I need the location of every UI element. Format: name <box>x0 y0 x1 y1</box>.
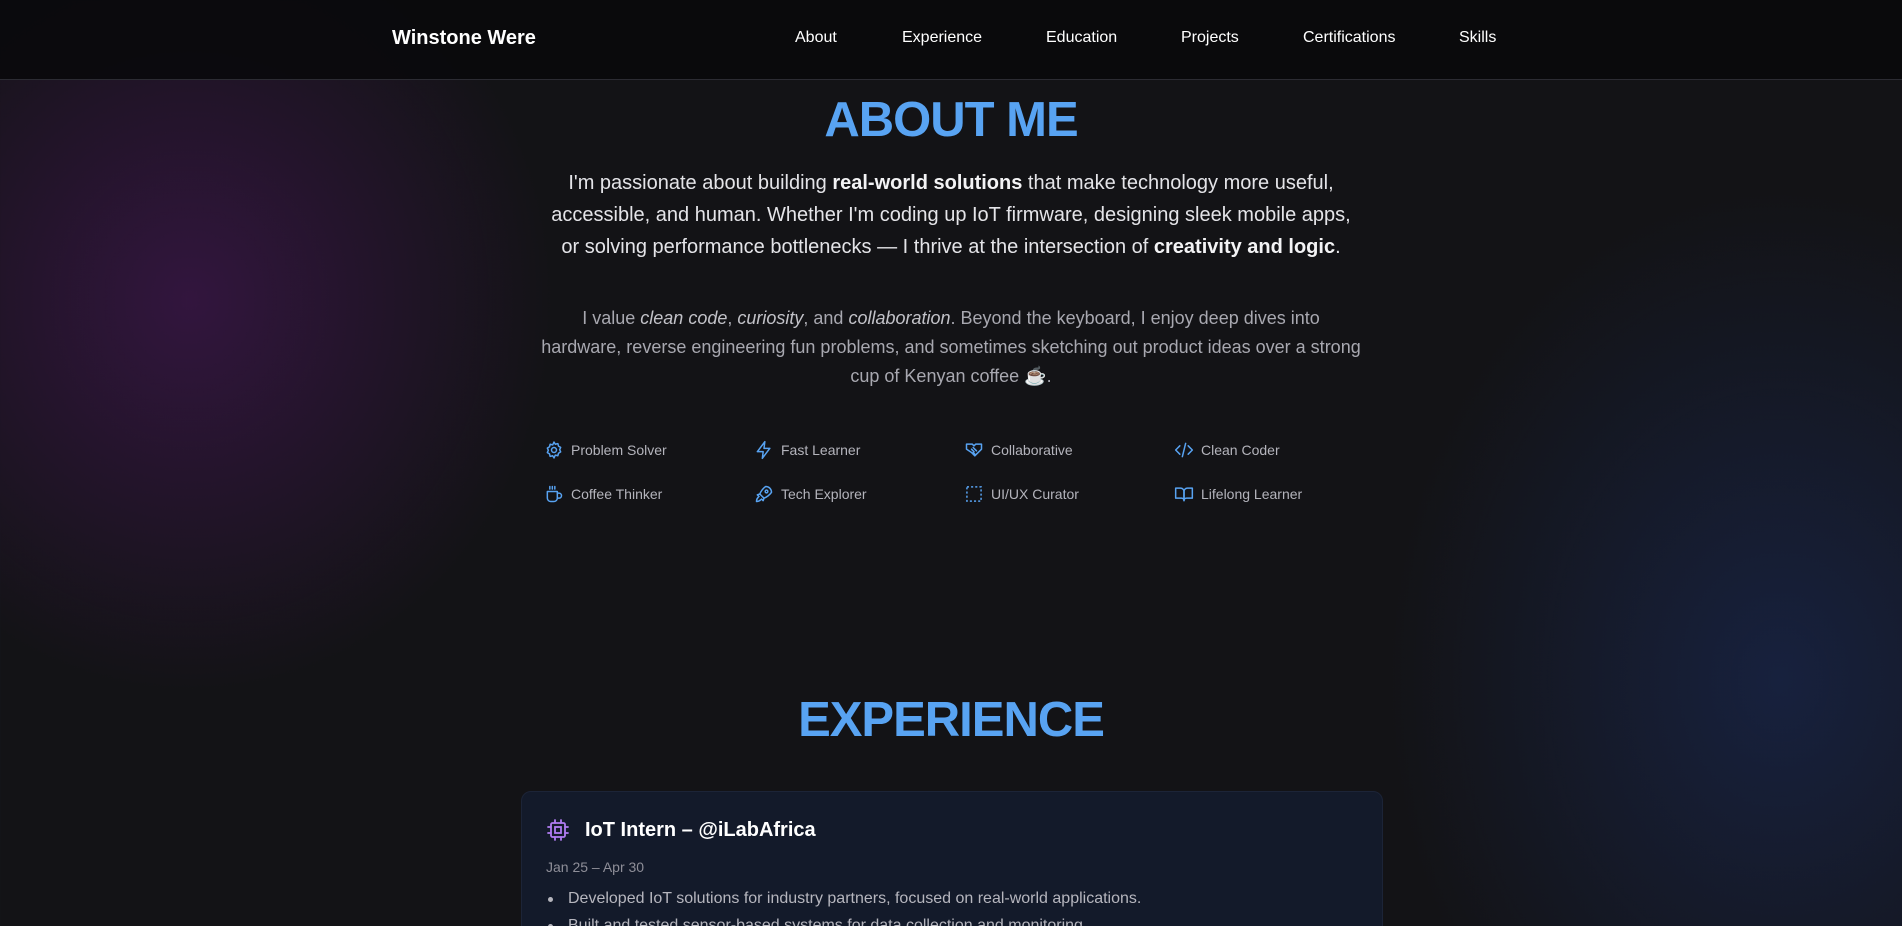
trait-label: Collaborative <box>991 442 1073 458</box>
nav-link-certifications[interactable]: Certifications <box>1303 29 1395 47</box>
sub-italic-2: curiosity <box>737 308 804 328</box>
trait-tech-explorer: Tech Explorer <box>754 482 867 506</box>
sub-text-2: , <box>727 308 738 328</box>
nav-link-education[interactable]: Education <box>1046 29 1117 47</box>
sub-text-1: I value <box>582 308 641 328</box>
lead-text-1: I'm passionate about building <box>568 172 833 194</box>
handshake-icon <box>964 440 984 460</box>
brand-name[interactable]: Winstone Were <box>392 27 536 50</box>
lead-text-3: . <box>1335 236 1341 258</box>
experience-bullet-list: Developed IoT solutions for industry par… <box>546 885 1141 926</box>
sub-italic-1: clean code <box>640 308 728 328</box>
nav-link-projects[interactable]: Projects <box>1181 29 1239 47</box>
trait-label: UI/UX Curator <box>991 486 1079 502</box>
nav-link-skills[interactable]: Skills <box>1459 29 1496 47</box>
cpu-chip-icon <box>546 818 570 842</box>
dashed-square-icon <box>964 484 984 504</box>
top-navbar: Winstone Were About Experience Education… <box>0 0 1902 80</box>
about-lead-paragraph: I'm passionate about building real-world… <box>541 167 1361 263</box>
about-secondary-paragraph: I value clean code, curiosity, and colla… <box>541 304 1361 391</box>
sub-text-3: , and <box>803 308 849 328</box>
trait-problem-solver: Problem Solver <box>544 438 667 462</box>
trait-clean-coder: Clean Coder <box>1174 438 1280 462</box>
trait-lifelong-learner: Lifelong Learner <box>1174 482 1302 506</box>
trait-coffee-thinker: Coffee Thinker <box>544 482 662 506</box>
trait-label: Clean Coder <box>1201 442 1280 458</box>
list-item: Developed IoT solutions for industry par… <box>546 885 1141 912</box>
trait-label: Problem Solver <box>571 442 667 458</box>
lightning-icon <box>754 440 774 460</box>
trait-fast-learner: Fast Learner <box>754 438 860 462</box>
open-book-icon <box>1174 484 1194 504</box>
nav-link-experience[interactable]: Experience <box>902 29 982 47</box>
gear-icon <box>544 440 564 460</box>
trait-ui-ux-curator: UI/UX Curator <box>964 482 1079 506</box>
trait-label: Lifelong Learner <box>1201 486 1303 502</box>
lead-emphasis-1: real-world solutions <box>832 172 1023 194</box>
rocket-icon <box>754 484 774 504</box>
trait-label: Tech Explorer <box>781 486 867 502</box>
trait-label: Coffee Thinker <box>571 486 663 502</box>
about-title: ABOUT ME <box>824 93 1078 147</box>
code-icon <box>1174 440 1194 460</box>
nav-link-about[interactable]: About <box>795 29 837 47</box>
list-item: Built and tested sensor-based systems fo… <box>546 912 1141 926</box>
experience-title: EXPERIENCE <box>798 693 1105 747</box>
trait-collaborative: Collaborative <box>964 438 1073 462</box>
lead-emphasis-2: creativity and logic <box>1153 236 1336 258</box>
experience-date: Jan 25 – Apr 30 <box>546 859 645 875</box>
trait-label: Fast Learner <box>781 442 861 458</box>
sub-italic-3: collaboration <box>848 308 951 328</box>
experience-card: IoT Intern – @iLabAfrica Jan 25 – Apr 30… <box>521 791 1383 926</box>
experience-role-title: IoT Intern – @iLabAfrica <box>585 819 816 841</box>
coffee-cup-icon <box>544 484 564 504</box>
